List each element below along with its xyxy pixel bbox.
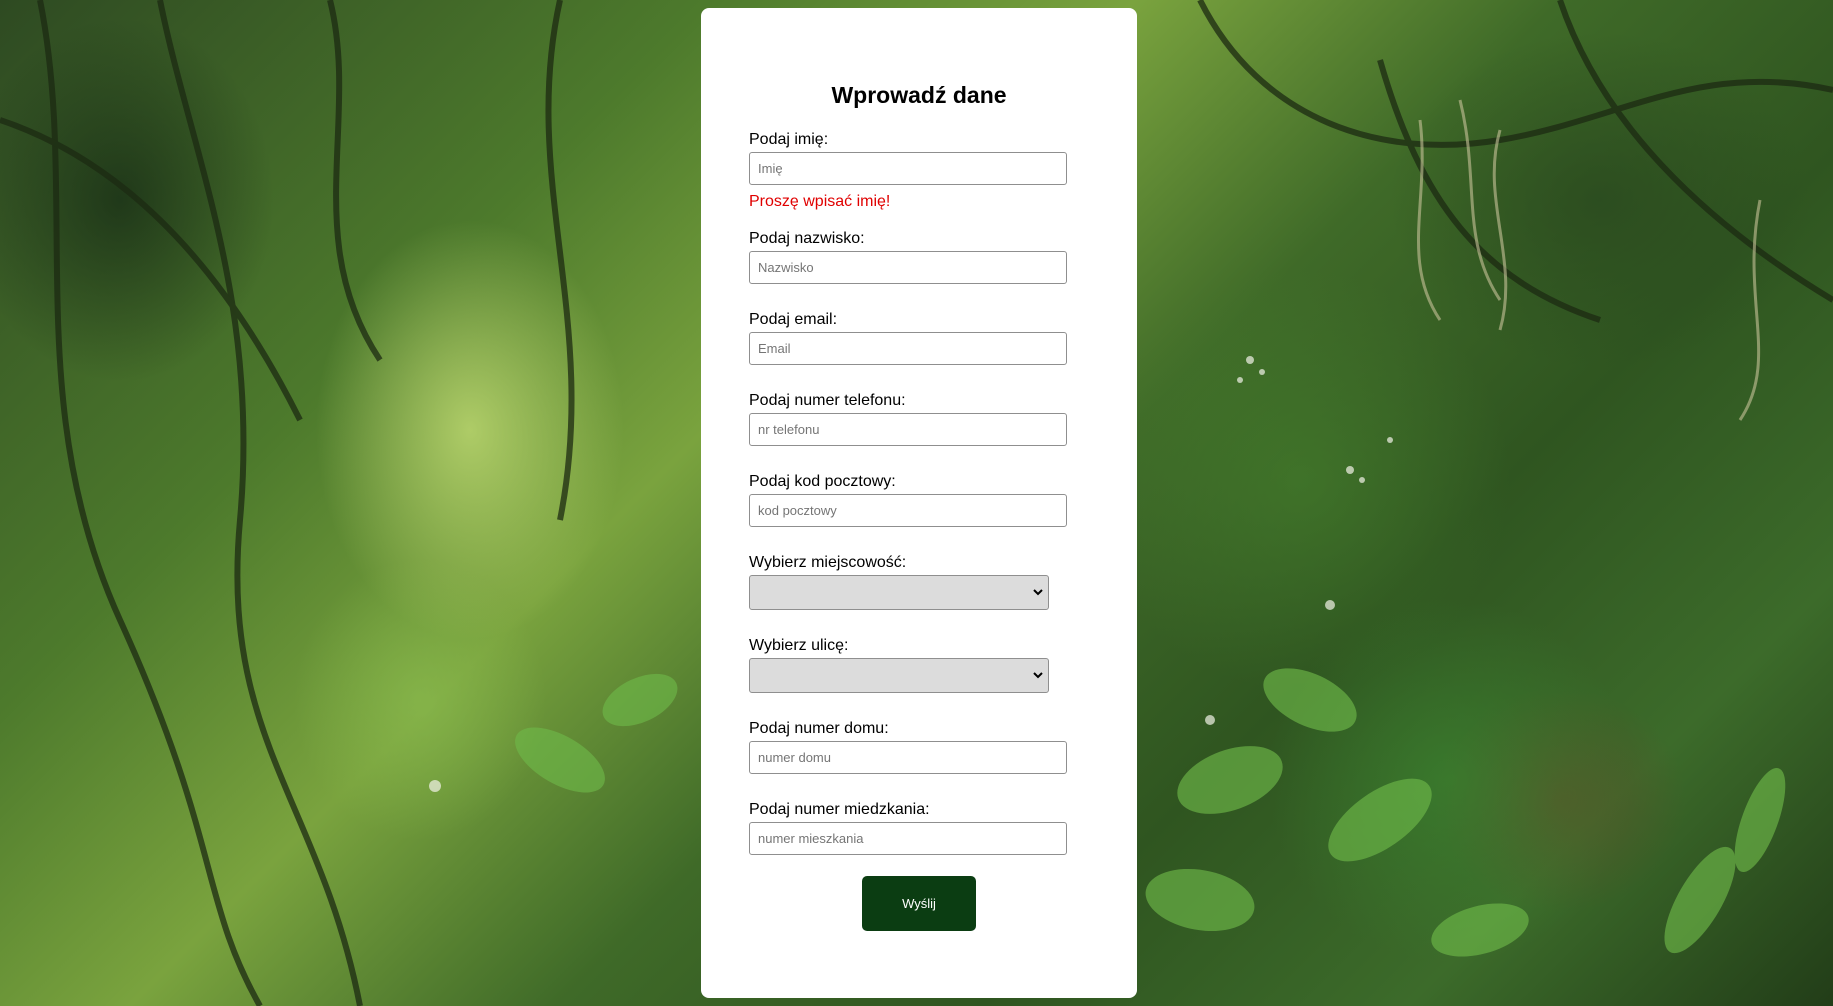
last-name-input[interactable] [749,251,1067,284]
phone-label: Podaj numer telefonu: [749,392,906,409]
first-name-error: Proszę wpisać imię! [749,193,891,210]
postal-code-label: Podaj kod pocztowy: [749,473,896,490]
submit-button[interactable]: Wyślij [862,876,976,931]
first-name-label: Podaj imię: [749,131,829,148]
chevron-down-icon [1033,672,1043,679]
first-name-input[interactable] [749,152,1067,185]
street-select[interactable] [749,658,1049,693]
chevron-down-icon [1033,589,1043,596]
email-input[interactable] [749,332,1067,365]
form-title: Wprowadź dane [831,82,1007,108]
city-select[interactable] [749,575,1049,610]
last-name-label: Podaj nazwisko: [749,230,865,247]
phone-input[interactable] [749,413,1067,446]
house-number-input[interactable] [749,741,1067,774]
street-label: Wybierz ulicę: [749,637,849,654]
postal-code-input[interactable] [749,494,1067,527]
email-label: Podaj email: [749,311,838,328]
form-card: Wprowadź dane Podaj imię: Proszę wpisać … [701,8,1137,998]
apartment-number-label: Podaj numer miedzkania: [749,801,930,818]
apartment-number-input[interactable] [749,822,1067,855]
house-number-label: Podaj numer domu: [749,720,889,737]
city-label: Wybierz miejscowość: [749,554,907,571]
